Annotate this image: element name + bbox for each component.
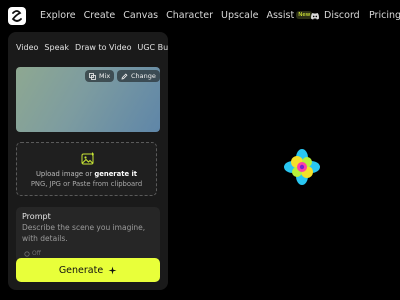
change-label: Change [131, 72, 156, 80]
generate-label: Generate [58, 264, 104, 276]
prompt-toggle-label: Off [32, 250, 41, 257]
pencil-icon [121, 73, 128, 80]
tab-ugc-builder[interactable]: UGC Builder [137, 43, 168, 52]
toggle-icon [24, 250, 30, 257]
nav-item-canvas[interactable]: Canvas [123, 10, 158, 21]
mix-icon [89, 72, 96, 80]
upload-prefix: Upload image or [35, 170, 95, 178]
mix-button[interactable]: Mix [85, 70, 115, 82]
nav-item-character[interactable]: Character [166, 10, 213, 21]
discord-icon [311, 12, 319, 19]
upload-hint: PNG, JPG or Paste from clipboard [30, 180, 143, 188]
upload-instruction: Upload image or generate it [17, 170, 156, 178]
tab-video[interactable]: Video [16, 43, 38, 52]
main-nav: Explore Create Canvas Character Upscale … [40, 10, 313, 21]
tab-speak[interactable]: Speak [44, 43, 69, 52]
create-panel: Video Speak Draw to Video UGC Builder Mi… [8, 32, 168, 290]
generate-it-link[interactable]: generate it [94, 170, 137, 178]
discord-link[interactable]: Discord [310, 10, 360, 21]
nav-item-create[interactable]: Create [84, 10, 116, 21]
nav-item-assist-label: Assist [266, 10, 295, 21]
image-upload-icon [81, 152, 94, 165]
sparkle-icon [108, 266, 117, 274]
mode-tabs: Video Speak Draw to Video UGC Builder [16, 43, 168, 52]
prompt-field[interactable]: Prompt Describe the scene you imagine, w… [16, 207, 160, 262]
pricing-link[interactable]: Pricing [369, 10, 400, 21]
discord-label: Discord [324, 10, 360, 21]
prompt-label: Prompt [22, 212, 51, 221]
change-button[interactable]: Change [117, 70, 160, 82]
app-logo-icon[interactable] [8, 7, 26, 25]
nav-item-upscale[interactable]: Upscale [221, 10, 258, 21]
mix-label: Mix [99, 72, 111, 80]
tab-draw-to-video[interactable]: Draw to Video [75, 43, 131, 52]
prompt-toggle[interactable]: Off [24, 250, 41, 257]
prompt-placeholder[interactable]: Describe the scene you imagine, with det… [22, 223, 152, 244]
generate-button[interactable]: Generate [16, 258, 160, 282]
loading-flower-icon [284, 149, 320, 185]
image-preview[interactable]: Mix Change [16, 67, 160, 132]
nav-item-explore[interactable]: Explore [40, 10, 76, 21]
nav-item-assist[interactable]: Assist New [266, 10, 313, 21]
top-navigation-bar: Explore Create Canvas Character Upscale … [0, 0, 400, 32]
upload-dropzone[interactable]: Upload image or generate it PNG, JPG or … [16, 142, 157, 196]
